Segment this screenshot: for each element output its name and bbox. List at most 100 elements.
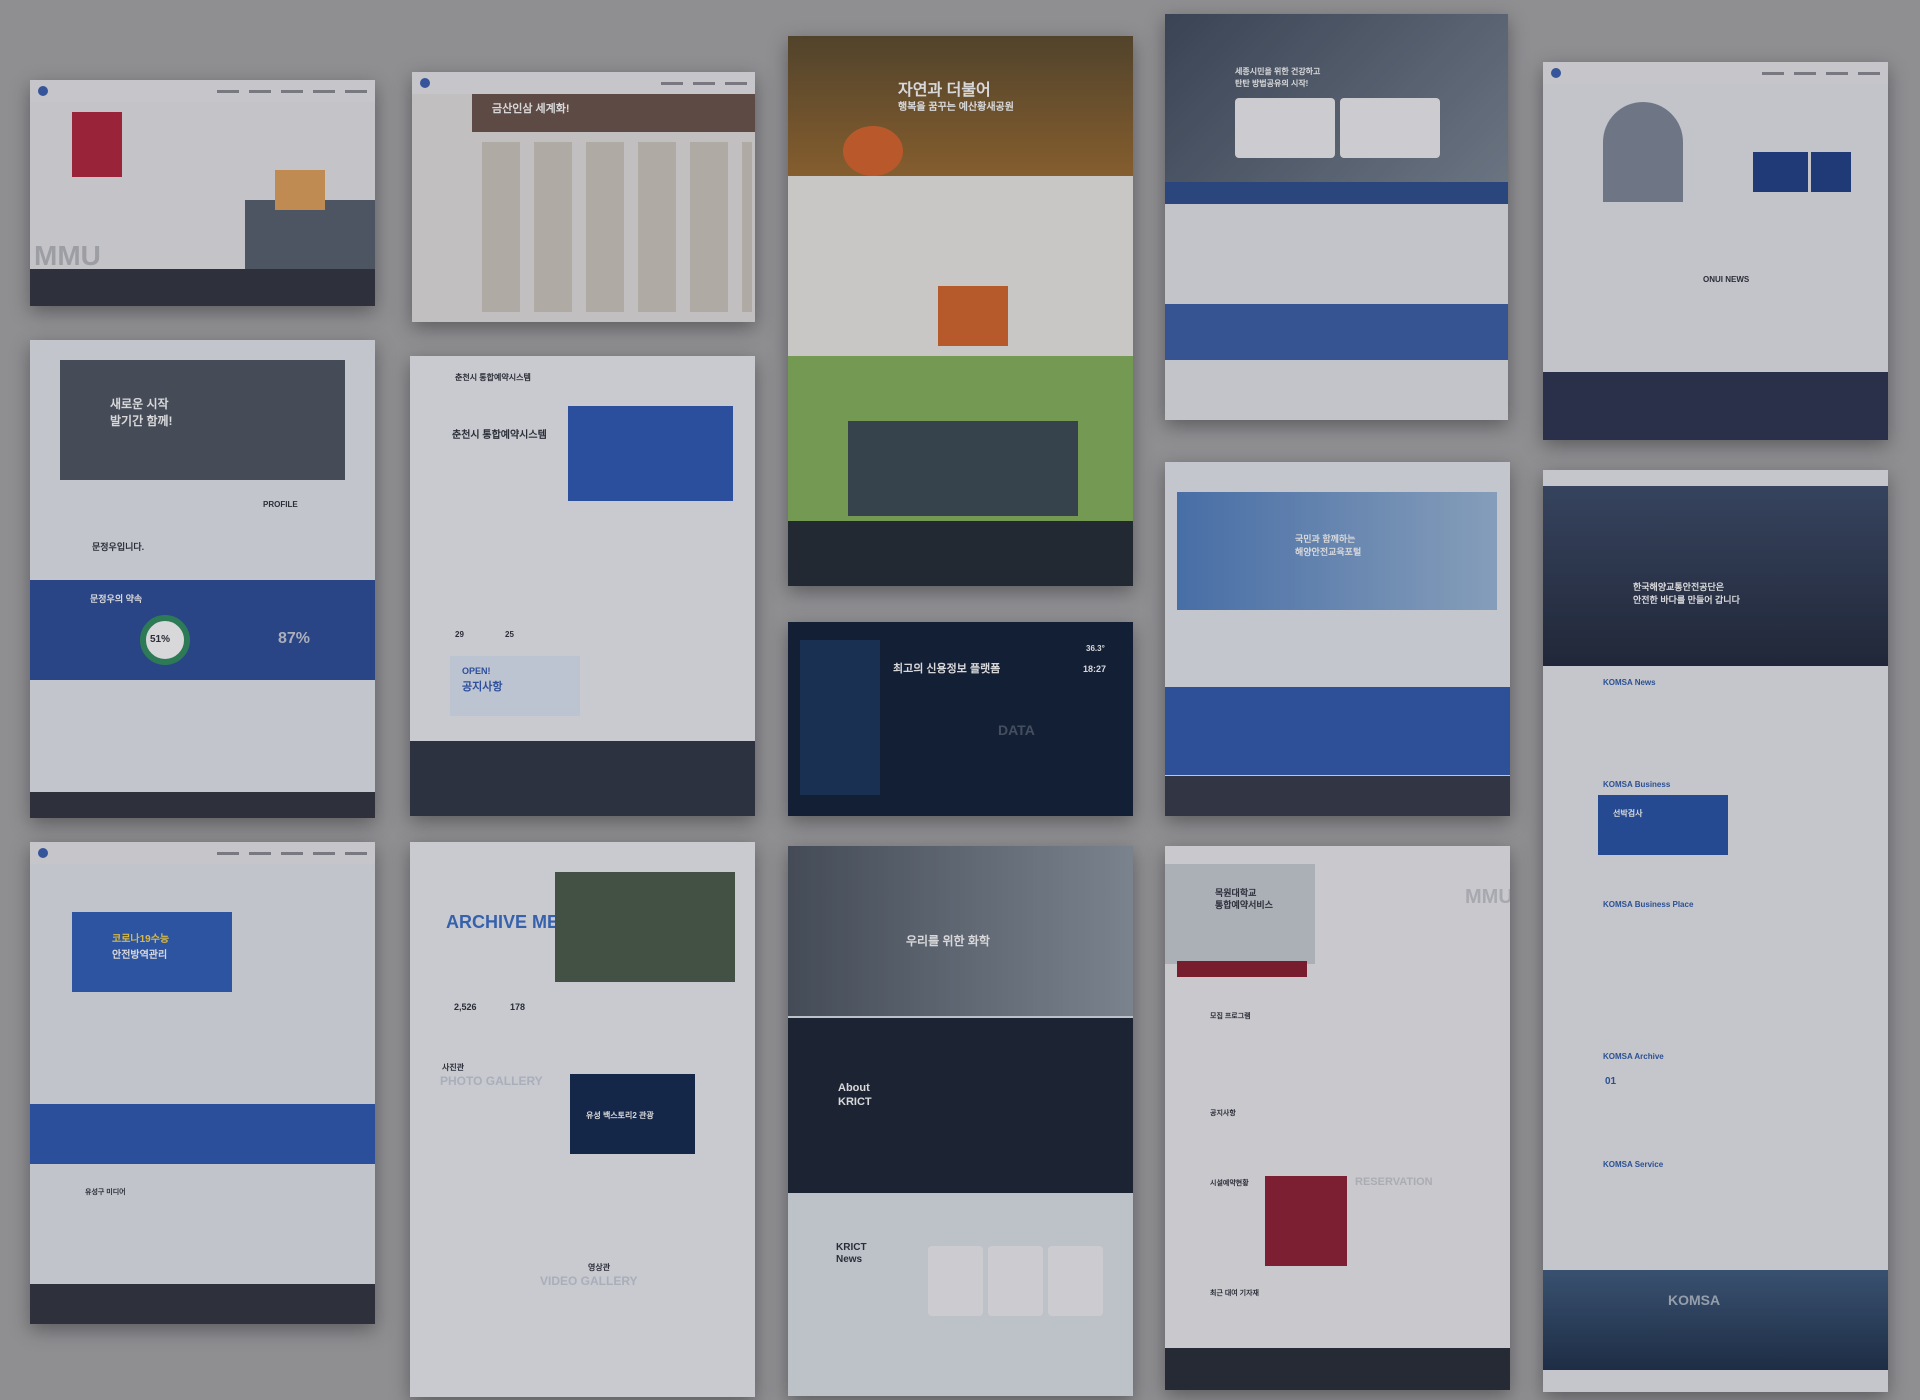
notice-date-1: 25 [505,630,514,639]
photo-grid [848,421,1078,516]
site-header [30,842,375,864]
hero-title: 금산인삼 세계화! [492,103,570,115]
place-section-title: KOMSA Business Place [1603,900,1694,909]
facility-status-title: 시설예약현황 [1210,1180,1249,1187]
thumbnail-credit-data-platform[interactable]: 최고의 신용정보 플랫폼 DATA 36.3° 18:27 [788,622,1133,816]
reservation-watermark: RESERVATION [1355,1176,1433,1188]
calendar[interactable] [1265,1176,1347,1266]
thumbnail-archive-media-site[interactable]: ARCHIVE MEDIA 2,526 178 사진관 PHOTO GALLER… [410,842,755,1397]
temperature: 36.3° [1086,644,1105,653]
thumbnail-university-site[interactable]: MMU [30,80,375,306]
hero-photo [788,846,1133,1016]
hero-subtitle: 안전한 바다를 만들어 갑니다 [1633,595,1740,605]
notice-title: 29 [455,630,464,639]
archive-section-title: KOMSA Archive [1603,1052,1664,1061]
hero-photo [1543,486,1888,666]
media-section-title: 유성구 미디어 [85,1189,126,1196]
thumbnail-sejong-hospital-site[interactable]: 세종시민을 위한 건강하고 탄탄 방법공유의 시작! [1165,14,1508,420]
hero-photo [1165,864,1315,964]
promo-text: OPEN! [462,666,491,676]
feature-box-orange [275,170,325,210]
footer-brand: KOMSA [1668,1292,1721,1308]
thumbnail-krict-site[interactable]: 우리를 위한 화학 About KRICT KRICT News [788,846,1133,1396]
news-card[interactable] [988,1246,1043,1316]
program-card-orange [938,286,1008,346]
news-title: KRICT [836,1242,867,1253]
business-card-title: 선박검사 [1613,809,1643,818]
thumbnail-ginseng-site[interactable]: 금산인삼 세계화! [412,72,755,322]
hero-image [1165,14,1508,182]
photo-section-watermark: PHOTO GALLERY [440,1074,543,1088]
banner-subtitle: 안전방역관리 [112,950,168,961]
watermark-text: MMU [1465,886,1510,908]
thumbnail-mokwon-booking-site[interactable]: 목원대학교 통합예약서비스 MMU 모집 프로그램 공지사항 RESERVATI… [1165,846,1510,1390]
archive-index: 01 [1605,1076,1617,1087]
site-footer [30,1284,375,1324]
thumbnail-politician-site[interactable]: 새로운 시작 발기간 함께! PROFILE 문정우입니다. 문정우의 약속 5… [30,340,375,818]
site-title: 춘천시 통합예약시스템 [455,373,531,382]
banner-title: 코로나19수능 [112,934,170,945]
hero-subtitle: 탄탄 방법공유의 시작! [1235,79,1309,88]
news-card[interactable] [1235,98,1335,158]
progress-value-1: 51% [150,634,171,645]
site-footer [1165,1348,1510,1390]
site-footer [788,521,1133,586]
hero-title: 춘천시 통합예약시스템 [452,430,547,441]
equipment-title: 최근 대여 기자재 [1210,1290,1259,1297]
hero-photo [555,872,735,982]
hero-photo [245,200,375,275]
pledge-section [30,580,375,680]
service-section-title: KOMSA Service [1603,1160,1664,1169]
thumbnail-yuseong-district-site[interactable]: 코로나19수능 안전방역관리 유성구 미디어 [30,842,375,1324]
logo-icon [38,86,48,96]
orange-badge [843,126,903,176]
hero-title: 자연과 더불어 [898,82,991,99]
video-section-watermark: VIDEO GALLERY [540,1274,638,1288]
search-bar[interactable] [1177,961,1307,977]
video-banner [1165,304,1508,360]
site-footer [1165,776,1510,816]
thumbnail-marine-safety-education[interactable]: 국민과 함께하는 해양안전교육포털 [1165,462,1510,816]
map-panel[interactable] [568,406,733,501]
site-footer [30,792,375,818]
product-grid [482,142,752,312]
hero-banner-red [72,112,122,177]
hero-title: 최고의 신용정보 플랫폼 [893,663,1001,675]
hero-photo [60,360,345,480]
logo-icon [1551,68,1561,78]
logo-icon [38,848,48,858]
profile-name: 문정우입니다. [92,542,145,552]
logo-icon [420,78,430,88]
blue-card[interactable] [1753,152,1808,192]
thumbnail-stork-park-site[interactable]: 자연과 더불어 행복을 꿈꾸는 예산황새공원 [788,36,1133,586]
blue-panel [1165,687,1510,775]
site-header [1543,62,1888,84]
thumbnail-chuncheon-booking-site[interactable]: 춘천시 통합예약시스템 춘천시 통합예약시스템 OPEN! 공지사항 29 25 [410,356,755,816]
about-subtitle: KRICT [838,1096,872,1108]
stats-panel [800,640,880,795]
hero-subtitle: 통합예약서비스 [1215,900,1273,910]
profile-label: PROFILE [263,500,298,509]
hero-title: 세종시민을 위한 건강하고 [1235,67,1321,76]
hero-subtitle: 행복을 꿈꾸는 예산황새공원 [898,102,1014,113]
site-header [30,80,375,102]
news-card[interactable] [1340,98,1440,158]
thumbnail-komsa-site[interactable]: 한국해양교통안전공단은 안전한 바다를 만들어 갑니다 KOMSA News K… [1543,470,1888,1392]
hero-subtitle: 해양안전교육포털 [1295,547,1362,557]
news-subtitle: News [836,1254,863,1265]
business-card[interactable] [1598,795,1728,855]
blue-card[interactable] [1811,152,1851,192]
site-footer [1543,372,1888,440]
ocean-footer-image [1543,1270,1888,1370]
thumbnail-hospital-news-site[interactable]: ONUI NEWS [1543,62,1888,440]
notice-title: 공지사항 [1210,1110,1236,1117]
news-card[interactable] [928,1246,983,1316]
info-band [30,1104,375,1164]
hero-photo [1603,102,1683,202]
photo-section-title: 사진관 [442,1063,465,1072]
news-card[interactable] [1048,1246,1103,1316]
hero-subtitle: 발기간 함께! [110,414,173,428]
photo-card-title: 유성 백스토리2 관광 [586,1111,654,1120]
business-section-title: KOMSA Business [1603,780,1671,789]
hero-title: 한국해양교통안전공단은 [1633,582,1725,592]
